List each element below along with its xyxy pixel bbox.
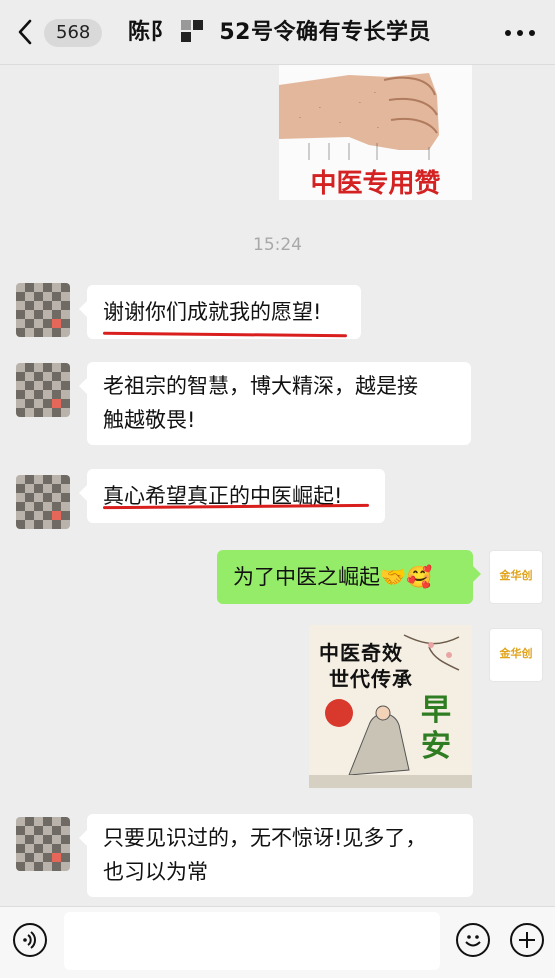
contact-avatar[interactable] [16, 817, 70, 871]
message-bubble-incoming[interactable]: 只要见识过的，无不惊讶!见多了， 也习以为常 [79, 814, 473, 897]
svg-text:·: · [339, 120, 341, 127]
svg-text:·: · [377, 125, 379, 132]
acupoint-image-message[interactable]: · · · · · · 中医专用赞 [279, 65, 472, 200]
mosaic-censor-icon [181, 20, 204, 42]
message-text-line2: 也习以为常 [103, 860, 208, 884]
self-avatar[interactable]: 金华创 [489, 550, 543, 604]
message-input[interactable] [64, 912, 440, 970]
svg-text:·: · [299, 115, 301, 122]
timestamp: 15:24 [253, 235, 302, 255]
avatar-logo-text: 金华创 [499, 647, 533, 660]
message-text: 谢谢你们成就我的愿望! [103, 300, 322, 324]
svg-text:·: · [374, 90, 376, 97]
image-caption: 中医专用赞 [310, 169, 441, 199]
emoji-icon[interactable] [456, 923, 490, 957]
poster-big-text: 早安 [421, 693, 451, 764]
poster-text-line1: 中医奇效 [319, 641, 403, 665]
chat-header: 568 陈阝 52号令确有专长学员 [0, 0, 555, 65]
chat-title-suffix: 52号令确有专长学员 [219, 20, 431, 45]
message-bubble-incoming[interactable]: 老祖宗的智慧，博大精深，越是接 触越敬畏! [79, 362, 471, 445]
poster-text-line2: 世代传承 [329, 667, 413, 691]
message-text-line1: 老祖宗的智慧，博大精深，越是接 [103, 374, 418, 398]
message-list[interactable]: · · · · · · 中医专用赞 15:24 谢谢你们成就我的愿望! 老祖宗的智慧，博… [0, 65, 555, 905]
more-options-icon[interactable] [499, 30, 535, 36]
good-morning-poster-message[interactable]: 中医奇效 世代传承 早安 [309, 625, 472, 788]
message-text-line1: 只要见识过的，无不惊讶!见多了， [103, 826, 427, 850]
chat-title-prefix: 陈阝 [128, 20, 174, 45]
add-attachment-icon[interactable] [510, 923, 544, 957]
unread-count-badge[interactable]: 568 [44, 19, 103, 47]
contact-avatar[interactable] [16, 283, 70, 337]
self-avatar[interactable]: 金华创 [489, 628, 543, 682]
contact-avatar[interactable] [16, 363, 70, 417]
svg-text:·: · [319, 105, 321, 112]
message-text: 为了中医之崛起🤝🥰 [233, 565, 433, 589]
chat-title: 陈阝 52号令确有专长学员 [128, 18, 431, 48]
avatar-logo-text: 金华创 [499, 569, 533, 582]
back-arrow-icon[interactable] [14, 18, 38, 46]
message-text-line2: 触越敬畏! [103, 408, 196, 432]
input-bar [0, 906, 555, 978]
svg-text:·: · [359, 100, 361, 107]
voice-input-icon[interactable] [13, 923, 47, 957]
message-bubble-incoming[interactable]: 谢谢你们成就我的愿望! [79, 285, 361, 339]
contact-avatar[interactable] [16, 475, 70, 529]
message-bubble-outgoing[interactable]: 为了中医之崛起🤝🥰 [217, 550, 481, 604]
message-bubble-incoming[interactable]: 真心希望真正的中医崛起! [79, 469, 385, 523]
